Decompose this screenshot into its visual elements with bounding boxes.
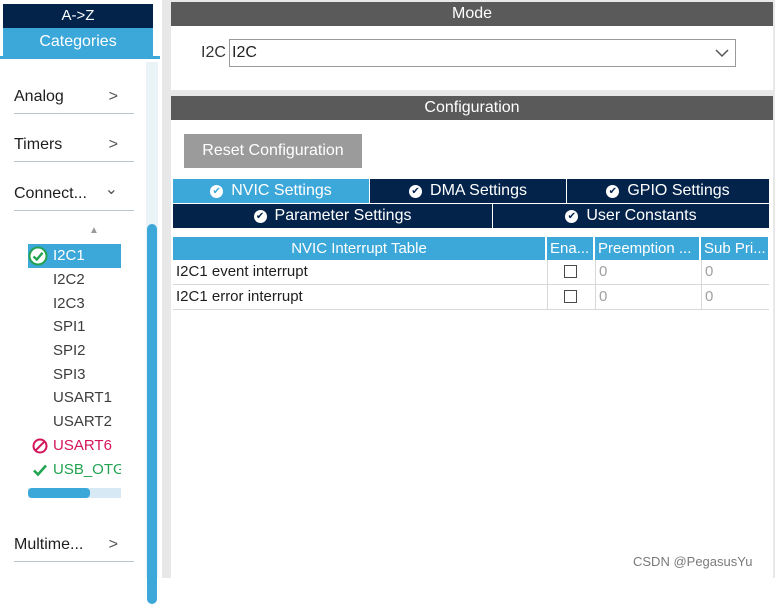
peripheral-spi1[interactable]: SPI1: [28, 315, 86, 339]
left-vertical-scrollbar[interactable]: [146, 62, 158, 604]
sub-priority-cell[interactable]: 0: [701, 260, 769, 285]
peripheral-label: USART2: [53, 413, 112, 430]
category-timers[interactable]: Timers >: [14, 128, 134, 162]
peripheral-label: I2C2: [53, 271, 85, 288]
tab-label: GPIO Settings: [627, 182, 730, 199]
configuration-header: Configuration: [171, 96, 773, 120]
list-horizontal-scrollbar[interactable]: [28, 488, 121, 498]
chevron-right-icon: >: [108, 536, 118, 553]
peripheral-label: SPI3: [53, 366, 86, 383]
column-header-interrupt-table[interactable]: NVIC Interrupt Table: [173, 237, 545, 260]
tab-label: User Constants: [586, 207, 697, 224]
column-header-preemption[interactable]: Preemption ...: [595, 237, 699, 260]
tab-nvic-settings[interactable]: ✔ NVIC Settings: [173, 179, 369, 203]
category-connectivity-label: Connect...: [14, 185, 87, 202]
category-connectivity[interactable]: Connect... ⌄: [14, 177, 134, 211]
tab-label: Parameter Settings: [274, 207, 412, 224]
chevron-down-icon: ⌄: [104, 181, 118, 198]
peripheral-spi2[interactable]: SPI2: [28, 339, 86, 363]
check-circle-icon: ✔: [606, 185, 620, 198]
chevron-right-icon: >: [108, 136, 118, 153]
sub-priority-cell[interactable]: 0: [701, 285, 769, 310]
enabled-cell: [547, 285, 595, 310]
tab-user-constants[interactable]: ✔ User Constants: [493, 204, 769, 228]
right-area: Mode I2C I2C Configuration Reset Configu…: [162, 0, 775, 578]
preemption-cell[interactable]: 0: [595, 260, 701, 285]
tab-dma-settings[interactable]: ✔ DMA Settings: [370, 179, 566, 203]
column-header-enabled[interactable]: Ena...: [547, 237, 593, 260]
peripheral-label: SPI2: [53, 342, 86, 359]
categories-tab[interactable]: Categories: [3, 28, 153, 56]
peripheral-usb-otg[interactable]: USB_OTG: [28, 458, 121, 482]
peripheral-label: SPI1: [53, 318, 86, 335]
interrupt-name-cell: I2C1 event interrupt: [173, 260, 547, 285]
peripheral-i2c2[interactable]: I2C2: [28, 268, 85, 292]
watermark: CSDN @PegasusYu: [633, 554, 753, 569]
horizontal-scrollbar-thumb[interactable]: [28, 488, 90, 498]
peripheral-label: I2C1: [53, 247, 85, 264]
enabled-cell: [547, 260, 595, 285]
peripheral-i2c3[interactable]: I2C3: [28, 292, 85, 316]
peripheral-i2c1[interactable]: I2C1: [28, 244, 121, 268]
mode-panel: I2C I2C: [171, 26, 773, 90]
mode-header: Mode: [171, 2, 773, 26]
peripheral-spi3[interactable]: SPI3: [28, 363, 86, 387]
reset-configuration-button[interactable]: Reset Configuration: [184, 134, 362, 168]
peripheral-usart2[interactable]: USART2: [28, 410, 112, 434]
tab-label: NVIC Settings: [231, 182, 332, 199]
check-circle-icon: ✔: [210, 185, 224, 198]
category-multimedia[interactable]: Multime... >: [14, 528, 134, 562]
tab-parameter-settings[interactable]: ✔ Parameter Settings: [173, 204, 492, 228]
category-timers-label: Timers: [14, 136, 63, 153]
category-analog-label: Analog: [14, 88, 64, 105]
left-panel: A->Z Categories Analog > Timers > Connec…: [0, 0, 162, 604]
checkmark-icon: [30, 458, 50, 482]
category-analog[interactable]: Analog >: [14, 80, 134, 114]
check-circle-icon: ✔: [253, 210, 267, 223]
i2c-mode-select-value: I2C: [232, 44, 257, 61]
list-scroll-up-icon[interactable]: ▲: [89, 225, 99, 236]
column-header-sub-priority[interactable]: Sub Pri...: [701, 237, 768, 260]
interrupt-name-cell: I2C1 error interrupt: [173, 285, 547, 310]
peripheral-usart1[interactable]: USART1: [28, 386, 112, 410]
i2c-mode-select[interactable]: I2C: [229, 39, 736, 67]
enable-checkbox[interactable]: [564, 290, 577, 303]
check-circle-icon: ✔: [409, 185, 423, 198]
mode-i2c-label: I2C: [201, 44, 226, 61]
tab-label: DMA Settings: [430, 182, 527, 199]
peripheral-label: USB_OTG: [53, 461, 121, 478]
table-row[interactable]: I2C1 event interrupt 0 0: [173, 260, 769, 285]
preemption-cell[interactable]: 0: [595, 285, 701, 310]
chevron-down-icon: [715, 40, 729, 75]
tab-gpio-settings[interactable]: ✔ GPIO Settings: [567, 179, 769, 203]
check-circle-icon: ✔: [565, 210, 579, 223]
sort-az-tab[interactable]: A->Z: [3, 4, 153, 28]
peripheral-usart6[interactable]: USART6: [28, 434, 112, 458]
category-multimedia-label: Multime...: [14, 536, 84, 553]
chevron-right-icon: >: [108, 88, 118, 105]
table-row[interactable]: I2C1 error interrupt 0 0: [173, 285, 769, 310]
categories-tab-underline: [0, 56, 160, 59]
enable-checkbox[interactable]: [564, 265, 577, 278]
configuration-panel: Reset Configuration ✔ NVIC Settings ✔ DMA …: [171, 120, 773, 578]
vertical-scrollbar-thumb[interactable]: [147, 224, 157, 604]
peripheral-label: I2C3: [53, 295, 85, 312]
peripheral-label: USART6: [53, 437, 112, 454]
peripheral-label: USART1: [53, 389, 112, 406]
